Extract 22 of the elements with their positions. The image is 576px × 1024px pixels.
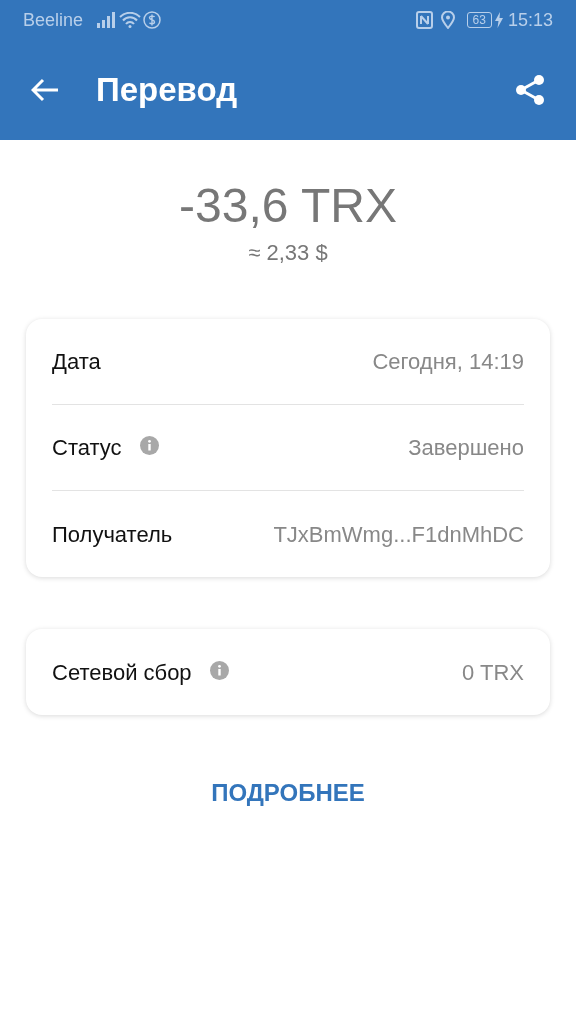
location-icon [440,11,455,29]
row-label: Сетевой сбор [52,658,192,687]
row-value: Завершено [408,434,524,462]
battery-level: 63 [466,12,492,28]
row-label: Статус [52,434,122,462]
row-value: Сегодня, 14:19 [372,348,524,376]
screen-title: Перевод [96,70,238,111]
more-details-button[interactable]: ПОДРОБНЕЕ [203,771,373,815]
wifi-icon [119,12,142,28]
row-label: Получатель [52,520,173,549]
fiat-value: ≈ 2,33 $ [248,239,328,267]
clock-time: 15:13 [507,8,553,32]
carrier-name: Beeline [23,8,84,32]
dollar-circle-icon [143,11,162,29]
share-button[interactable] [514,74,546,106]
charging-icon [494,12,503,28]
amount-value: -33,6 TRX [179,178,397,234]
signal-icon [97,12,116,28]
row-label: Дата [52,348,101,376]
row-value: 0 TRX [462,658,524,687]
nfc-icon [415,11,433,29]
row-value: TJxBmWmg...F1dnMhDC [273,520,524,549]
